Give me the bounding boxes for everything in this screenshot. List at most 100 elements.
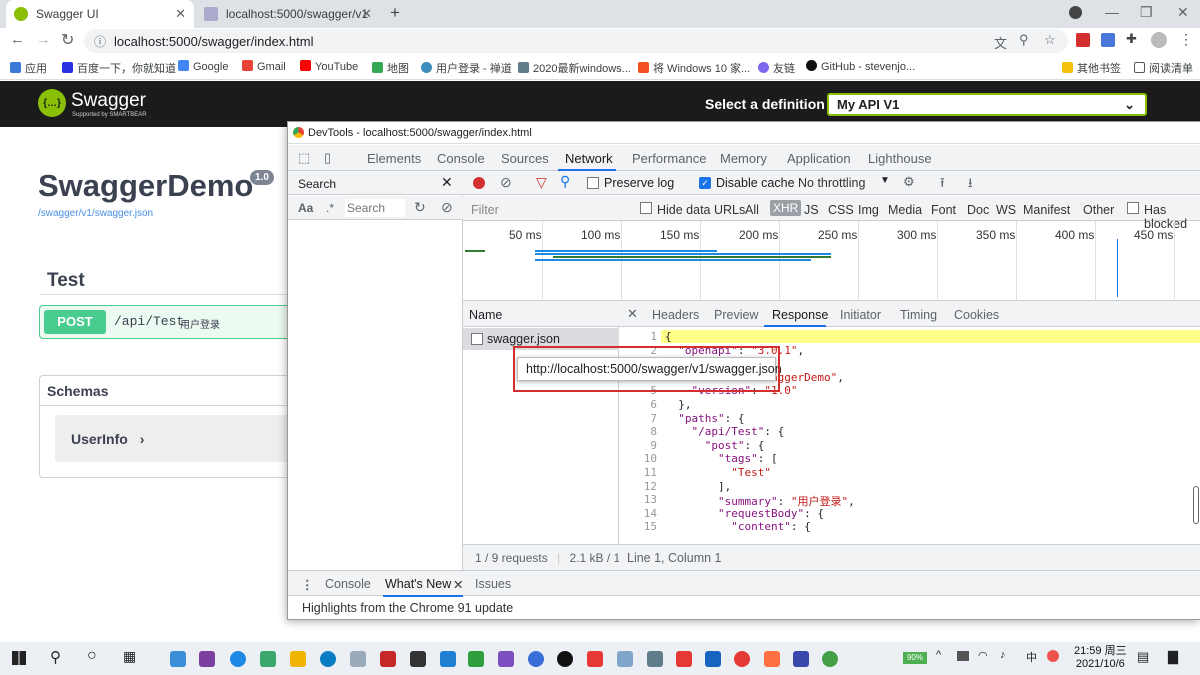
search-icon[interactable]: ⚲: [560, 173, 570, 190]
spec-url-link[interactable]: /swagger/v1/swagger.json: [38, 208, 153, 219]
tab-elements[interactable]: Elements: [367, 151, 421, 166]
bookmark-google[interactable]: Google: [178, 60, 228, 73]
extension-translate-icon[interactable]: [1101, 33, 1115, 47]
restore-icon[interactable]: ❐: [1140, 4, 1153, 21]
bookmark-win10[interactable]: 将 Windows 10 家...: [638, 60, 750, 76]
cortana-icon[interactable]: ○: [87, 647, 97, 665]
app-icon[interactable]: [647, 651, 663, 667]
regex-toggle[interactable]: .*: [326, 201, 334, 215]
clear-search-icon[interactable]: ⊘: [441, 199, 453, 216]
filter-other[interactable]: Other: [1083, 203, 1114, 217]
extension-red-icon[interactable]: [1076, 33, 1090, 47]
bookmark-youtube[interactable]: YouTube: [300, 60, 358, 73]
bookmark-friends[interactable]: 友链: [758, 60, 795, 76]
device-toolbar-icon[interactable]: ▯: [324, 150, 331, 166]
forward-icon[interactable]: →: [36, 31, 51, 48]
bookmark-github[interactable]: GitHub - stevenjo...: [806, 60, 915, 73]
task-view-icon[interactable]: ▦: [123, 648, 136, 665]
disable-cache-checkbox[interactable]: ✓: [699, 177, 711, 189]
minimize-icon[interactable]: —: [1105, 4, 1119, 20]
app-icon[interactable]: [617, 651, 633, 667]
tab-performance[interactable]: Performance: [632, 151, 706, 166]
refresh-search-icon[interactable]: ↻: [414, 199, 426, 216]
bookmark-other[interactable]: 其他书签: [1062, 60, 1121, 76]
volume-icon[interactable]: ♪: [1000, 649, 1006, 661]
scrollbar-thumb[interactable]: [1193, 486, 1199, 524]
app-icon[interactable]: [199, 651, 215, 667]
filter-icon[interactable]: ▽: [536, 174, 547, 191]
app-icon[interactable]: [764, 651, 780, 667]
app-icon[interactable]: [350, 651, 366, 667]
bookmark-zentao[interactable]: 用户登录 - 禅道: [421, 60, 512, 76]
filter-font[interactable]: Font: [931, 203, 956, 217]
post-method-badge[interactable]: POST: [44, 310, 106, 334]
bookmark-windows[interactable]: 2020最新windows...: [518, 60, 631, 76]
battery-indicator[interactable]: 90%: [903, 652, 927, 664]
system-clock[interactable]: 21:59 周三 2021/10/6: [1074, 645, 1127, 671]
tab-initiator[interactable]: Initiator: [840, 308, 881, 322]
tab-cookies[interactable]: Cookies: [954, 308, 999, 322]
bookmark-star-icon[interactable]: ☆: [1044, 32, 1056, 48]
new-tab-icon[interactable]: +: [390, 3, 400, 23]
app-icon[interactable]: [170, 651, 186, 667]
desktop-icon[interactable]: ▤: [1137, 649, 1149, 665]
info-icon[interactable]: ⓘ: [94, 33, 106, 50]
tab-timing[interactable]: Timing: [900, 308, 937, 322]
chrome-active-icon[interactable]: [822, 651, 838, 667]
tab-sources[interactable]: Sources: [501, 151, 549, 166]
filter-js[interactable]: JS: [804, 203, 819, 217]
extensions-puzzle-icon[interactable]: ✚: [1126, 31, 1137, 47]
menu-kebab-icon[interactable]: ⋮: [1179, 31, 1193, 48]
filter-img[interactable]: Img: [858, 203, 879, 217]
vscode-icon[interactable]: [440, 651, 456, 667]
has-blocked-checkbox[interactable]: [1127, 202, 1139, 214]
app-icon[interactable]: [260, 651, 276, 667]
filter-doc[interactable]: Doc: [967, 203, 989, 217]
tab-lighthouse[interactable]: Lighthouse: [868, 151, 932, 166]
tab-memory[interactable]: Memory: [720, 151, 767, 166]
browser-tab-swagger[interactable]: Swagger UI ✕: [6, 0, 194, 28]
ime-indicator[interactable]: 中: [1026, 649, 1037, 665]
qq-icon[interactable]: [557, 651, 573, 667]
tab-console[interactable]: Console: [437, 151, 485, 166]
drawer-tab-issues[interactable]: Issues: [475, 577, 511, 591]
translate-icon[interactable]: 文: [994, 33, 1007, 52]
edge-new-icon[interactable]: [320, 651, 336, 667]
hide-data-urls-checkbox[interactable]: [640, 202, 652, 214]
drawer-menu-icon[interactable]: ⋮: [301, 577, 314, 592]
app-icon[interactable]: [793, 651, 809, 667]
zoom-icon[interactable]: ⚲: [1019, 32, 1029, 48]
tab-preview[interactable]: Preview: [714, 308, 758, 322]
throttling-select[interactable]: No throttling: [798, 176, 865, 190]
chevron-up-icon[interactable]: ^: [936, 649, 941, 661]
drawer-tab-whats-new[interactable]: What's New: [385, 577, 451, 591]
search-icon[interactable]: ⚲: [50, 648, 61, 666]
bookmark-baidu[interactable]: 百度一下，你就知道: [62, 60, 176, 76]
export-har-icon[interactable]: ⭳: [968, 174, 973, 196]
close-tab-icon[interactable]: ✕: [361, 6, 372, 22]
preserve-log-checkbox[interactable]: [587, 177, 599, 189]
app-icon[interactable]: [528, 651, 544, 667]
inspect-element-icon[interactable]: ⬚: [298, 150, 310, 166]
bookmark-apps[interactable]: 应用: [10, 60, 47, 76]
close-tab-icon[interactable]: ✕: [175, 6, 186, 22]
close-search-icon[interactable]: ✕: [441, 174, 453, 191]
filter-css[interactable]: CSS: [828, 203, 854, 217]
name-column-header[interactable]: Name: [463, 301, 619, 327]
definition-select[interactable]: My API V1 ⌄: [827, 93, 1147, 116]
tray-icon[interactable]: [957, 651, 969, 661]
terminal-icon[interactable]: [410, 651, 426, 667]
filter-all[interactable]: All: [745, 203, 759, 217]
browser-tab-json[interactable]: localhost:5000/swagger/v1/sw ✕: [196, 0, 380, 28]
operation-path[interactable]: /api/Test: [114, 314, 184, 329]
app-icon[interactable]: [380, 651, 396, 667]
profile-avatar-icon[interactable]: [1151, 32, 1167, 48]
match-case-toggle[interactable]: Aa: [298, 201, 313, 215]
bookmark-maps[interactable]: 地图: [372, 60, 409, 76]
drawer-tab-console[interactable]: Console: [325, 577, 371, 591]
chrome-icon[interactable]: [734, 651, 750, 667]
edge-icon[interactable]: [230, 651, 246, 667]
app-icon[interactable]: [587, 651, 603, 667]
section-test-heading[interactable]: Test: [47, 270, 85, 292]
close-whats-new-icon[interactable]: ✕: [453, 577, 463, 592]
